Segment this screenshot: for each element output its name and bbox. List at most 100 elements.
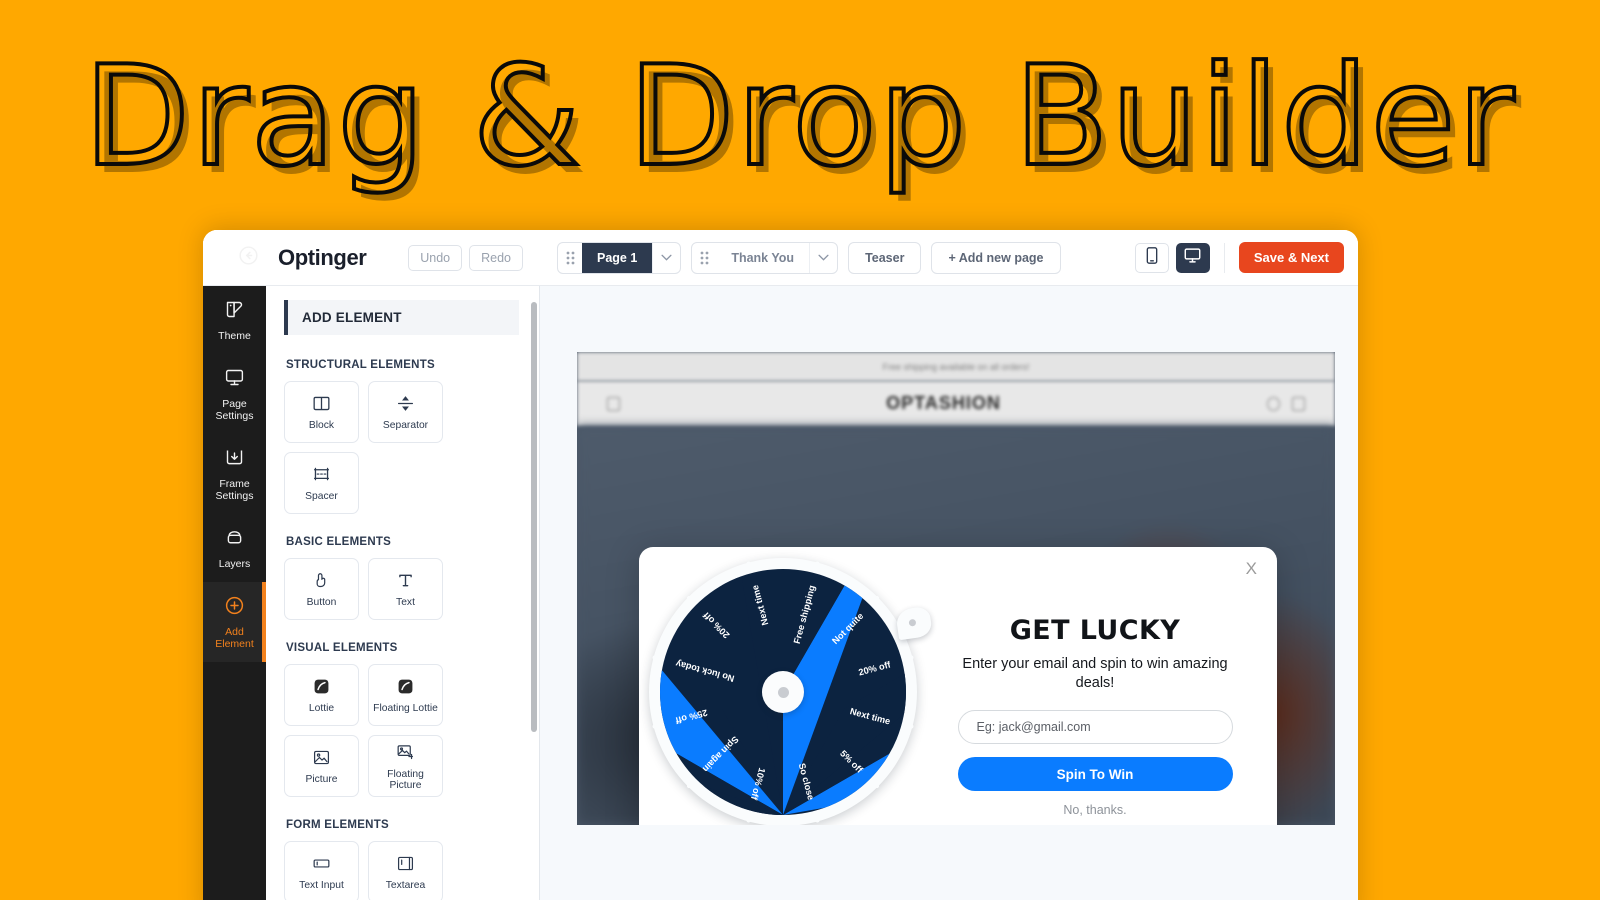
close-icon[interactable]: X xyxy=(1246,559,1257,579)
redo-button[interactable]: Redo xyxy=(469,244,523,271)
element-group-form: FORM ELEMENTS Text Input Textarea xyxy=(284,819,519,900)
sidebar-item-label: Layers xyxy=(218,558,251,570)
spin-wheel-popup: X Free shipping Not quite 20% off Next time… xyxy=(639,547,1277,825)
drag-handle-icon[interactable] xyxy=(692,243,716,273)
app-brand: Optinger xyxy=(278,244,367,270)
sidebar-item-label: Page Settings xyxy=(215,398,254,422)
cart-icon xyxy=(1292,396,1305,411)
frame-download-icon xyxy=(224,447,245,473)
wheel-container: Free shipping Not quite 20% off Next time 5%… xyxy=(639,547,939,825)
sidebar-item-add-element[interactable]: Add Element xyxy=(203,582,266,662)
store-banner: Free shipping available on all orders! xyxy=(577,352,1335,381)
theme-palette-icon xyxy=(224,299,245,325)
hero-banner: Drag & Drop Builder xyxy=(0,36,1600,197)
desktop-preview-button[interactable] xyxy=(1175,242,1210,273)
group-title: VISUAL ELEMENTS xyxy=(286,642,398,654)
wheel-hub xyxy=(762,671,804,713)
sidebar-item-layers[interactable]: Layers xyxy=(203,514,266,582)
decline-link[interactable]: No, thanks. xyxy=(1063,803,1126,817)
back-button[interactable] xyxy=(230,230,266,286)
email-field[interactable] xyxy=(957,710,1233,744)
element-card-label: Block xyxy=(308,420,335,431)
teaser-button[interactable]: Teaser xyxy=(848,241,922,274)
element-card-text-input[interactable]: Text Input xyxy=(284,841,359,900)
element-panel-scroll: ADD ELEMENT STRUCTURAL ELEMENTS Block Se… xyxy=(266,286,539,900)
text-t-icon xyxy=(396,570,415,590)
element-group-structural: STRUCTURAL ELEMENTS Block Separator Spac… xyxy=(284,359,519,514)
element-card-label: Textarea xyxy=(385,880,426,891)
popup-subtitle: Enter your email and spin to win amazing… xyxy=(962,656,1228,691)
chevron-down-icon[interactable] xyxy=(809,242,837,273)
sidebar-item-frame-settings[interactable]: Frame Settings xyxy=(203,434,266,514)
element-card-spacer[interactable]: Spacer xyxy=(284,452,359,514)
floating-picture-icon xyxy=(396,742,415,762)
element-card-block[interactable]: Block xyxy=(284,381,359,443)
undo-redo-group: Undo Redo xyxy=(408,244,523,271)
element-card-text[interactable]: Text xyxy=(368,558,443,620)
menu-icon xyxy=(607,396,620,411)
monitor-icon xyxy=(224,367,245,393)
sidebar-item-label: Theme xyxy=(218,330,251,342)
element-card-label: Button xyxy=(306,597,337,608)
panel-scrollbar[interactable] xyxy=(531,294,537,900)
page-tab-page1[interactable]: Page 1 xyxy=(557,241,682,274)
popup-title: GET LUCKY xyxy=(1009,615,1181,646)
top-toolbar: Optinger Undo Redo Page 1 Thank You Teas… xyxy=(203,230,1358,286)
mobile-icon xyxy=(1146,246,1158,269)
sidebar-item-theme[interactable]: Theme xyxy=(203,286,266,354)
element-card-label: Text xyxy=(396,597,415,608)
group-title: STRUCTURAL ELEMENTS xyxy=(286,359,435,371)
sidebar-item-label: Frame Settings xyxy=(215,478,254,502)
panel-header: ADD ELEMENT xyxy=(284,300,519,335)
element-panel: ADD ELEMENT STRUCTURAL ELEMENTS Block Se… xyxy=(266,286,540,900)
popup-content: GET LUCKY Enter your email and spin to w… xyxy=(939,547,1277,825)
element-card-label: Lottie xyxy=(308,703,335,714)
desktop-icon xyxy=(1184,247,1201,269)
element-card-floating-lottie[interactable]: Floating Lottie xyxy=(368,664,443,726)
left-rail: Theme Page Settings Frame Settings Layer… xyxy=(203,286,266,900)
chevron-down-icon[interactable] xyxy=(652,242,680,273)
spacer-icon xyxy=(312,464,331,484)
element-card-label: Floating Lottie xyxy=(373,703,438,714)
spin-wheel[interactable]: Free shipping Not quite 20% off Next time 5%… xyxy=(649,558,933,825)
sidebar-item-page-settings[interactable]: Page Settings xyxy=(203,354,266,434)
cursor-click-icon xyxy=(312,570,331,590)
element-card-floating-picture[interactable]: Floating Picture xyxy=(368,735,443,797)
mobile-preview-button[interactable] xyxy=(1134,242,1169,273)
textarea-icon xyxy=(396,853,415,873)
element-card-textarea[interactable]: Textarea xyxy=(368,841,443,900)
element-card-lottie[interactable]: Lottie xyxy=(284,664,359,726)
add-new-page-button[interactable]: + Add new page xyxy=(931,241,1061,274)
element-card-grid: Button Text xyxy=(284,558,519,620)
element-card-grid: Lottie Floating Lottie Picture Floating … xyxy=(284,664,519,797)
picture-icon xyxy=(312,747,331,767)
spin-to-win-button[interactable]: Spin To Win xyxy=(957,757,1233,791)
toolbar-right: Page 1 Thank You Teaser + Add new page S… xyxy=(540,230,1358,285)
element-card-grid: Text Input Textarea xyxy=(284,841,519,900)
page-tab-thankyou[interactable]: Thank You xyxy=(691,241,839,274)
page-tab-label[interactable]: Thank You xyxy=(716,243,809,273)
drag-handle-icon[interactable] xyxy=(558,243,582,273)
element-group-visual: VISUAL ELEMENTS Lottie Floating Lottie P… xyxy=(284,642,519,797)
block-columns-icon xyxy=(312,393,331,413)
save-and-next-button[interactable]: Save & Next xyxy=(1238,242,1344,273)
search-icon xyxy=(1267,396,1280,411)
undo-button[interactable]: Undo xyxy=(408,244,463,271)
element-group-basic: BASIC ELEMENTS Button Text xyxy=(284,536,519,620)
lottie-icon xyxy=(312,676,331,696)
app-body: Theme Page Settings Frame Settings Layer… xyxy=(203,286,1358,900)
element-card-button[interactable]: Button xyxy=(284,558,359,620)
panel-scrollbar-thumb[interactable] xyxy=(531,302,537,732)
device-preview-toggle xyxy=(1134,242,1225,273)
layers-icon xyxy=(224,527,245,553)
page-tab-label[interactable]: Page 1 xyxy=(582,242,653,273)
sidebar-item-label: Add Element xyxy=(215,626,254,650)
element-card-picture[interactable]: Picture xyxy=(284,735,359,797)
element-card-separator[interactable]: Separator xyxy=(368,381,443,443)
group-title: FORM ELEMENTS xyxy=(286,819,389,831)
text-input-icon xyxy=(312,853,331,873)
store-logo: OPTASHION xyxy=(886,393,1001,413)
separator-updown-icon xyxy=(396,393,415,413)
page-title: Drag & Drop Builder xyxy=(82,36,1517,197)
element-card-label: Spacer xyxy=(305,491,338,502)
